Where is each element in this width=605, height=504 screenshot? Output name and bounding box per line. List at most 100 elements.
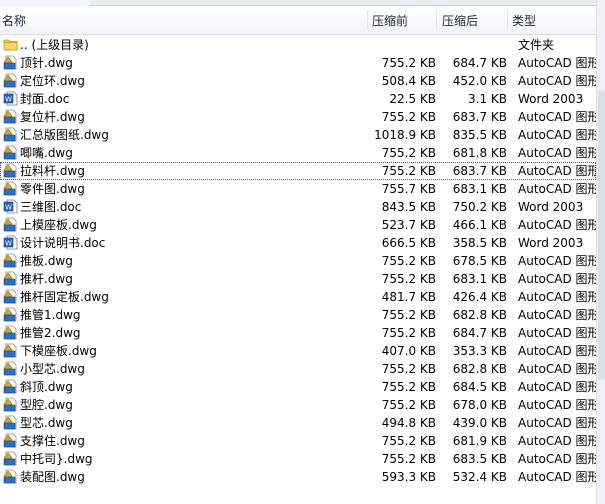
file-row[interactable]: 推杆.dwg 755.2 KB 683.1 KB AutoCAD 图形 <box>0 270 600 288</box>
original-size: 755.2 KB <box>381 254 436 268</box>
column-divider[interactable] <box>507 10 508 30</box>
file-type: AutoCAD 图形 <box>518 362 600 376</box>
file-name: 唧嘴.dwg <box>20 146 73 160</box>
file-type: AutoCAD 图形 <box>518 74 600 88</box>
file-row[interactable]: 型腔.dwg 755.2 KB 678.0 KB AutoCAD 图形 <box>0 396 600 414</box>
original-size: 755.2 KB <box>381 164 436 178</box>
file-name: 小型芯.dwg <box>20 362 85 376</box>
compressed-size: 678.5 KB <box>452 254 507 268</box>
file-type: AutoCAD 图形 <box>518 254 600 268</box>
file-name: 三维图.doc <box>20 200 82 214</box>
original-size: 407.0 KB <box>381 344 436 358</box>
file-name: 推管2.dwg <box>20 326 81 340</box>
autocad-file-icon <box>3 397 18 412</box>
svg-text:W: W <box>5 204 12 212</box>
autocad-file-icon <box>3 433 18 448</box>
compressed-size: 683.5 KB <box>452 452 507 466</box>
column-compressed-size-header[interactable]: 压缩后 <box>442 12 478 29</box>
file-row[interactable]: 推管1.dwg 755.2 KB 682.8 KB AutoCAD 图形 <box>0 306 600 324</box>
original-size: 481.7 KB <box>381 290 436 304</box>
autocad-file-icon <box>3 271 18 286</box>
file-row[interactable]: 定位环.dwg 508.4 KB 452.0 KB AutoCAD 图形 <box>0 72 600 90</box>
column-type-header[interactable]: 类型 <box>512 12 536 29</box>
file-row[interactable]: 下模座板.dwg 407.0 KB 353.3 KB AutoCAD 图形 <box>0 342 600 360</box>
file-type: AutoCAD 图形 <box>518 344 600 358</box>
file-type: AutoCAD 图形 <box>518 398 600 412</box>
autocad-file-icon <box>3 73 18 88</box>
file-name: 装配图.dwg <box>20 470 85 484</box>
file-row[interactable]: 拉料杆.dwg 755.2 KB 683.7 KB AutoCAD 图形 <box>0 162 600 180</box>
original-size: 755.2 KB <box>381 362 436 376</box>
autocad-file-icon <box>3 451 18 466</box>
file-row[interactable]: 顶针.dwg 755.2 KB 684.7 KB AutoCAD 图形 <box>0 54 600 72</box>
file-row[interactable]: 唧嘴.dwg 755.2 KB 681.8 KB AutoCAD 图形 <box>0 144 600 162</box>
file-row[interactable]: W 封面.doc 22.5 KB 3.1 KB Word 2003 <box>0 90 596 108</box>
column-header: 名称 压缩前 压缩后 类型 <box>0 6 596 35</box>
original-size: 755.2 KB <box>381 308 436 322</box>
file-name: 汇总版图纸.dwg <box>20 128 109 142</box>
file-row[interactable]: 中托司}.dwg 755.2 KB 683.5 KB AutoCAD 图形 <box>0 450 600 468</box>
file-row[interactable]: 推杆固定板.dwg 481.7 KB 426.4 KB AutoCAD 图形 <box>0 288 600 306</box>
original-size: 755.2 KB <box>381 146 436 160</box>
compressed-size: 684.5 KB <box>452 380 507 394</box>
file-row[interactable]: W 三维图.doc 843.5 KB 750.2 KB Word 2003 <box>0 198 596 216</box>
file-row[interactable]: 上模座板.dwg 523.7 KB 466.1 KB AutoCAD 图形 <box>0 216 600 234</box>
file-type: AutoCAD 图形 <box>518 452 600 466</box>
file-name: 推杆固定板.dwg <box>20 290 109 304</box>
file-row[interactable]: 汇总版图纸.dwg 1018.9 KB 835.5 KB AutoCAD 图形 <box>0 126 600 144</box>
original-size: 666.5 KB <box>381 236 436 250</box>
file-row[interactable]: W 设计说明书.doc 666.5 KB 358.5 KB Word 2003 <box>0 234 596 252</box>
column-name-header[interactable]: 名称 <box>2 12 26 29</box>
compressed-size: 532.4 KB <box>452 470 507 484</box>
original-size: 755.2 KB <box>381 326 436 340</box>
file-type: AutoCAD 图形 <box>518 470 600 484</box>
column-divider[interactable] <box>367 10 368 30</box>
word-file-icon: W <box>3 235 18 250</box>
autocad-file-icon <box>3 361 18 376</box>
compressed-size: 452.0 KB <box>452 74 507 88</box>
file-row[interactable]: 推板.dwg 755.2 KB 678.5 KB AutoCAD 图形 <box>0 252 600 270</box>
compressed-size: 750.2 KB <box>452 200 507 214</box>
original-size: 755.2 KB <box>381 452 436 466</box>
file-row[interactable]: 装配图.dwg 593.3 KB 532.4 KB AutoCAD 图形 <box>0 468 600 486</box>
compressed-size: 358.5 KB <box>452 236 507 250</box>
compressed-size: 683.7 KB <box>452 110 507 124</box>
file-name: 推管1.dwg <box>20 308 81 322</box>
file-type: AutoCAD 图形 <box>518 434 600 448</box>
file-name: 支撑住.dwg <box>20 434 85 448</box>
file-type: AutoCAD 图形 <box>518 182 600 196</box>
file-name: 下模座板.dwg <box>20 344 97 358</box>
vertical-scrollbar[interactable] <box>596 0 605 504</box>
compressed-size: 683.1 KB <box>452 182 507 196</box>
word-file-icon: W <box>3 91 18 106</box>
autocad-file-icon <box>3 253 18 268</box>
file-name: 定位环.dwg <box>20 74 85 88</box>
compressed-size: 678.0 KB <box>452 398 507 412</box>
compressed-size: 681.9 KB <box>452 434 507 448</box>
original-size: 755.7 KB <box>381 182 436 196</box>
compressed-size: 682.8 KB <box>452 362 507 376</box>
file-row[interactable]: 零件图.dwg 755.7 KB 683.1 KB AutoCAD 图形 <box>0 180 600 198</box>
file-type: AutoCAD 图形 <box>518 110 600 124</box>
autocad-file-icon <box>3 307 18 322</box>
file-row[interactable]: 小型芯.dwg 755.2 KB 682.8 KB AutoCAD 图形 <box>0 360 600 378</box>
file-row[interactable]: 斜顶.dwg 755.2 KB 684.5 KB AutoCAD 图形 <box>0 378 600 396</box>
column-divider[interactable] <box>436 10 437 30</box>
file-row[interactable]: 推管2.dwg 755.2 KB 684.7 KB AutoCAD 图形 <box>0 324 600 342</box>
compressed-size: 681.8 KB <box>452 146 507 160</box>
file-row[interactable]: 复位杆.dwg 755.2 KB 683.7 KB AutoCAD 图形 <box>0 108 600 126</box>
file-name: 型芯.dwg <box>20 416 73 430</box>
original-size: 755.2 KB <box>381 56 436 70</box>
compressed-size: 684.7 KB <box>452 326 507 340</box>
file-row[interactable]: .. (上级目录) 文件夹 <box>0 36 596 54</box>
compressed-size: 835.5 KB <box>452 128 507 142</box>
file-name: 推板.dwg <box>20 254 73 268</box>
autocad-file-icon <box>3 181 18 196</box>
compressed-size: 426.4 KB <box>452 290 507 304</box>
column-original-size-header[interactable]: 压缩前 <box>372 12 408 29</box>
file-row[interactable]: 支撑住.dwg 755.2 KB 681.9 KB AutoCAD 图形 <box>0 432 600 450</box>
scrollbar-thumb[interactable] <box>598 90 605 380</box>
compressed-size: 353.3 KB <box>452 344 507 358</box>
autocad-file-icon <box>3 217 18 232</box>
file-row[interactable]: 型芯.dwg 494.8 KB 439.0 KB AutoCAD 图形 <box>0 414 600 432</box>
